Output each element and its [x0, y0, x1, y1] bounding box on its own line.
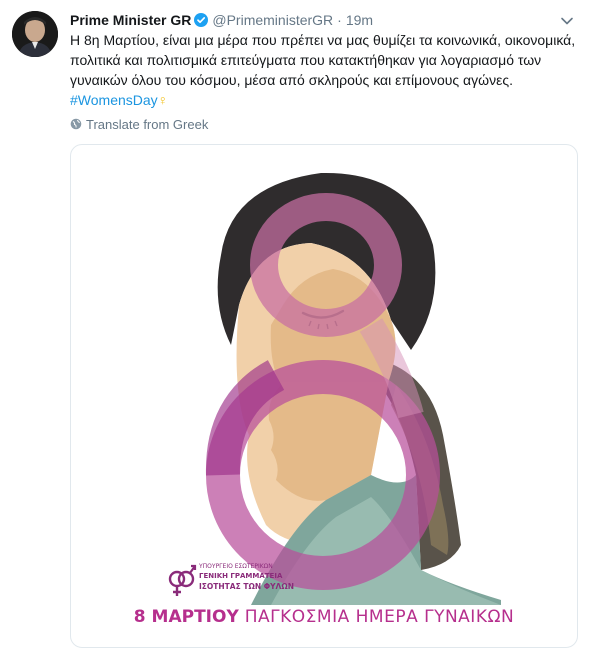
ministry-logo: ΥΠΟΥΡΓΕΙΟ ΕΣΩΤΕΡΙΚΩΝ ΓΕΝΙΚΗ ΓΡΑΜΜΑΤΕΙΑ Ι… [167, 555, 347, 599]
tweet-header: Prime Minister GR @PrimeministerGR · 19m [70, 11, 373, 29]
tweet-text-body: Η 8η Μαρτίου, είναι μια μέρα που πρέπει … [70, 32, 576, 88]
ministry-line-1: ΥΠΟΥΡΓΕΙΟ ΕΣΩΤΕΡΙΚΩΝ [199, 563, 273, 570]
poster-caption: 8 ΜΑΡΤΙΟΥ ΠΑΓΚΟΣΜΙΑ ΗΜΕΡΑ ΓΥΝΑΙΚΩΝ [71, 607, 577, 627]
separator-dot: · [337, 12, 342, 28]
hashtag-link[interactable]: #WomensDay [70, 92, 158, 108]
venus-emoji: ♀ [157, 92, 169, 108]
tweet-text: Η 8η Μαρτίου, είναι μια μέρα που πρέπει … [70, 30, 580, 110]
caption-title: ΠΑΓΚΟΣΜΙΑ ΗΜΕΡΑ ΓΥΝΑΙΚΩΝ [244, 607, 515, 627]
translate-label: Translate from Greek [86, 117, 209, 132]
author-name[interactable]: Prime Minister GR [70, 12, 191, 28]
verified-badge-icon [194, 13, 209, 27]
author-handle[interactable]: @PrimeministerGR [212, 12, 333, 28]
ministry-line-3: ΙΣΟΤΗΤΑΣ ΤΩΝ ΦΥΛΩΝ [199, 582, 294, 591]
gender-symbols-icon [168, 564, 197, 596]
caption-date: 8 ΜΑΡΤΙΟΥ [133, 607, 239, 627]
timestamp[interactable]: 19m [346, 12, 373, 28]
chevron-down-icon[interactable] [560, 14, 574, 28]
avatar[interactable] [12, 11, 58, 57]
globe-icon [70, 118, 82, 130]
translate-link[interactable]: Translate from Greek [70, 117, 208, 133]
ministry-line-2: ΓΕΝΙΚΗ ΓΡΑΜΜΑΤΕΙΑ [199, 572, 283, 580]
tweet: Prime Minister GR @PrimeministerGR · 19m Η … [0, 0, 594, 657]
tweet-image[interactable]: ΥΠΟΥΡΓΕΙΟ ΕΣΩΤΕΡΙΚΩΝ ΓΕΝΙΚΗ ΓΡΑΜΜΑΤΕΙΑ Ι… [70, 144, 578, 648]
